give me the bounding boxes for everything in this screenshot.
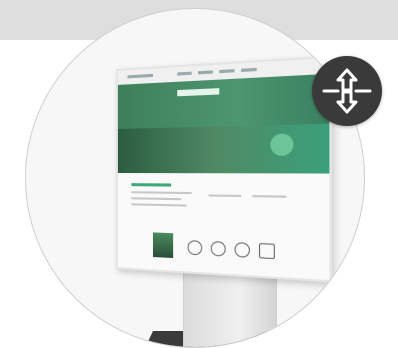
header-link: [198, 70, 213, 74]
content-text-line: [209, 194, 242, 197]
content-text-line: [131, 191, 191, 194]
content-text-line: [252, 195, 286, 198]
content-heading: [131, 183, 171, 186]
hero-arrow-icon: [270, 133, 293, 155]
arrows-vertical-icon: [312, 56, 382, 126]
footer-icon: [188, 240, 203, 255]
footer-icon: [211, 241, 226, 257]
website-footer-section: [118, 227, 330, 280]
hero-band-bottom: [118, 124, 330, 174]
website-hero: [118, 74, 330, 174]
header-link: [219, 69, 234, 73]
header-logo: [127, 74, 152, 79]
footer-icon: [259, 243, 275, 259]
website-content: [118, 175, 330, 232]
content-text-line: [131, 197, 181, 200]
footer-icon: [234, 242, 249, 258]
header-link: [177, 72, 191, 76]
content-text-line: [131, 203, 186, 206]
monitor-screen: [116, 56, 332, 283]
footer-thumbnail: [153, 232, 173, 258]
header-link: [241, 68, 257, 72]
arrows-vertical-icon-graphic: [312, 56, 382, 126]
